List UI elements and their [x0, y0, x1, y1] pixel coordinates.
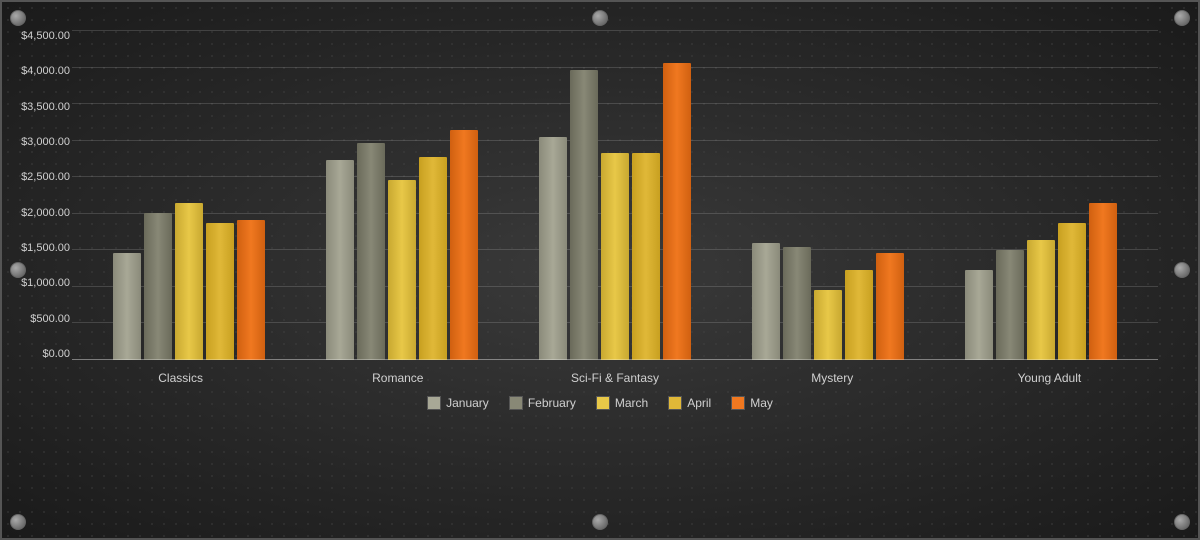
bar-march: [601, 153, 629, 360]
bar-january: [326, 160, 354, 360]
legend-label: May: [750, 396, 773, 410]
y-label: $4,500.00: [2, 30, 70, 42]
bar-february: [783, 247, 811, 360]
bar-april: [419, 157, 447, 360]
y-label: $500.00: [2, 313, 70, 325]
bar-february: [570, 70, 598, 360]
bar-february: [996, 250, 1024, 360]
chart-container: $4,500.00 $4,000.00 $3,500.00 $3,000.00 $2,5…: [0, 0, 1200, 540]
legend-color-swatch: [427, 396, 441, 410]
bar-january: [113, 253, 141, 360]
bar-april: [845, 270, 873, 360]
bar-may: [876, 253, 904, 360]
chart-legend: January February March April May: [2, 396, 1198, 410]
bar-may: [237, 220, 265, 360]
bar-march: [388, 180, 416, 360]
legend-label: March: [615, 396, 648, 410]
x-axis-labels: ClassicsRomanceSci-Fi & FantasyMysteryYo…: [72, 371, 1158, 385]
screw-mid-right: [1174, 262, 1190, 278]
x-label: Romance: [289, 371, 506, 385]
bar-january: [965, 270, 993, 360]
x-label: Sci-Fi & Fantasy: [506, 371, 723, 385]
legend-label: January: [446, 396, 489, 410]
bar-may: [450, 130, 478, 360]
legend-color-swatch: [596, 396, 610, 410]
legend-item: April: [668, 396, 711, 410]
baseline: [72, 359, 1158, 360]
x-label: Classics: [72, 371, 289, 385]
plot-area: ClassicsRomanceSci-Fi & FantasyMysteryYo…: [72, 30, 1158, 390]
bar-group: [508, 63, 721, 360]
x-label: Mystery: [724, 371, 941, 385]
y-axis-labels: $4,500.00 $4,000.00 $3,500.00 $3,000.00 $2,5…: [2, 30, 70, 360]
legend-item: March: [596, 396, 648, 410]
y-label: $2,500.00: [2, 171, 70, 183]
bar-february: [144, 213, 172, 360]
y-label: $3,000.00: [2, 136, 70, 148]
bar-january: [752, 243, 780, 360]
bar-group: [722, 243, 935, 360]
legend-label: April: [687, 396, 711, 410]
bar-february: [357, 143, 385, 360]
screw-bottom-mid: [592, 514, 608, 530]
legend-color-swatch: [731, 396, 745, 410]
screw-bottom-right: [1174, 514, 1190, 530]
legend-item: January: [427, 396, 489, 410]
y-label: $0.00: [2, 348, 70, 360]
bar-group: [295, 130, 508, 360]
x-label: Young Adult: [941, 371, 1158, 385]
chart-plot-area: $4,500.00$4,000.00$3,500.00$3,000.00$2,5…: [72, 30, 1158, 390]
bar-group: [935, 203, 1148, 360]
bar-march: [814, 290, 842, 360]
bar-april: [1058, 223, 1086, 360]
legend-item: May: [731, 396, 773, 410]
legend-label: February: [528, 396, 576, 410]
bar-may: [663, 63, 691, 360]
legend-color-swatch: [509, 396, 523, 410]
y-label: $2,000.00: [2, 207, 70, 219]
bar-group: [82, 203, 295, 360]
bar-april: [632, 153, 660, 360]
y-label: $4,000.00: [2, 65, 70, 77]
legend-color-swatch: [668, 396, 682, 410]
bar-april: [206, 223, 234, 360]
bar-march: [175, 203, 203, 360]
bar-march: [1027, 240, 1055, 360]
bar-january: [539, 137, 567, 360]
screw-bottom-left: [10, 514, 26, 530]
bar-may: [1089, 203, 1117, 360]
bars-row: [72, 30, 1158, 360]
y-label: $1,500.00: [2, 242, 70, 254]
chart-title: [2, 2, 1198, 20]
y-label: $1,000.00: [2, 277, 70, 289]
legend-item: February: [509, 396, 576, 410]
y-label: $3,500.00: [2, 101, 70, 113]
